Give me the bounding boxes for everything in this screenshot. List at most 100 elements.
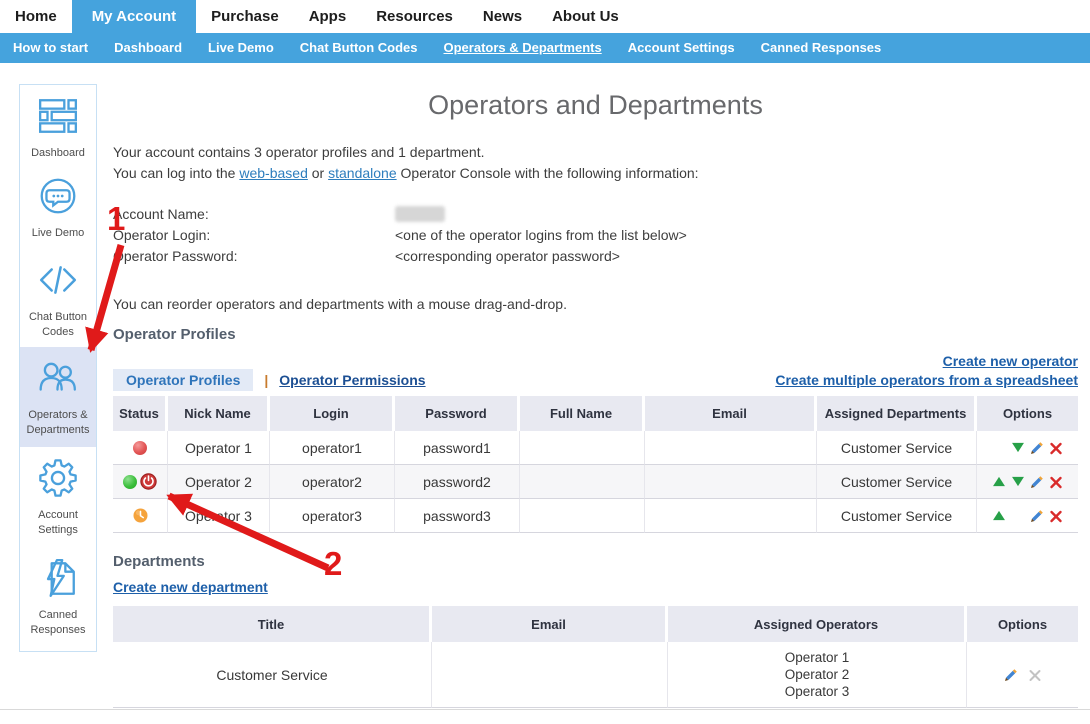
code-tags-icon <box>37 259 79 305</box>
subnav-chat-button-codes[interactable]: Chat Button Codes <box>287 33 431 63</box>
assigned-departments-cell: Customer Service <box>817 431 977 465</box>
login-credentials: Account Name: Operator Login: <one of th… <box>113 203 687 266</box>
operator-tabs: Operator Profiles | Operator Permissions <box>113 369 426 391</box>
intro-line1: Your account contains 3 operator profile… <box>113 142 699 163</box>
subnav-canned-responses[interactable]: Canned Responses <box>748 33 895 63</box>
operator-row-3[interactable]: Operator 3 operator3 password3 Customer … <box>113 499 1078 533</box>
nick-name-cell: Operator 3 <box>168 499 270 533</box>
sidebar-item-live-demo[interactable]: Live Demo <box>20 165 96 249</box>
operators-people-icon <box>37 357 79 403</box>
move-up-icon[interactable] <box>989 474 1008 490</box>
tab-separator: | <box>264 372 268 388</box>
full-name-cell <box>520 431 645 465</box>
sidebar-item-chat-button-codes[interactable]: Chat Button Codes <box>20 249 96 347</box>
col-options: Options <box>967 606 1078 642</box>
nav-news[interactable]: News <box>468 0 537 33</box>
status-cell <box>113 431 168 465</box>
edit-pencil-icon[interactable] <box>1003 667 1019 683</box>
top-navigation: Home My Account Purchase Apps Resources … <box>0 0 1090 33</box>
create-new-department-link[interactable]: Create new department <box>113 579 268 595</box>
edit-pencil-icon[interactable] <box>1027 474 1046 490</box>
create-new-operator-link[interactable]: Create new operator <box>943 352 1078 371</box>
page-title: Operators and Departments <box>113 90 1078 121</box>
nav-home[interactable]: Home <box>0 0 72 33</box>
sidebar-item-dashboard[interactable]: Dashboard <box>20 85 96 165</box>
nav-my-account[interactable]: My Account <box>72 0 196 33</box>
operator-password-label: Operator Password: <box>113 248 395 264</box>
operator-login-label: Operator Login: <box>113 227 395 243</box>
email-cell <box>645 431 817 465</box>
move-up-icon[interactable] <box>989 508 1008 524</box>
delete-x-icon[interactable] <box>1046 440 1065 456</box>
sidebar-item-label: Operators & Departments <box>20 408 96 437</box>
col-password: Password <box>395 396 520 431</box>
create-operator-links: Create new operator Create multiple oper… <box>775 352 1078 390</box>
delete-x-icon[interactable] <box>1046 508 1065 524</box>
sidebar-item-operators-departments[interactable]: Operators & Departments <box>20 347 96 447</box>
password-cell: password1 <box>395 431 520 465</box>
operator-login-value: <one of the operator logins from the lis… <box>395 227 687 243</box>
col-email: Email <box>645 396 817 431</box>
standalone-link[interactable]: standalone <box>328 165 397 181</box>
edit-pencil-icon[interactable] <box>1027 508 1046 524</box>
sidebar-item-label: Live Demo <box>32 226 85 240</box>
department-operators-cell: Operator 1 Operator 2 Operator 3 <box>668 642 967 708</box>
dashboard-bricks-icon <box>37 95 79 141</box>
intro-text: Your account contains 3 operator profile… <box>113 142 699 184</box>
department-row-1[interactable]: Customer Service Operator 1 Operator 2 O… <box>113 642 1078 708</box>
move-down-icon[interactable] <box>1008 474 1027 490</box>
password-cell: password3 <box>395 499 520 533</box>
move-down-icon[interactable] <box>1008 440 1027 456</box>
sidebar-item-account-settings[interactable]: Account Settings <box>20 447 96 547</box>
power-logout-icon[interactable] <box>140 473 157 490</box>
nav-resources[interactable]: Resources <box>361 0 468 33</box>
web-based-link[interactable]: web-based <box>239 165 308 181</box>
reorder-note: You can reorder operators and department… <box>113 296 567 312</box>
tab-operator-profiles[interactable]: Operator Profiles <box>113 369 253 391</box>
create-multiple-operators-link[interactable]: Create multiple operators from a spreads… <box>775 371 1078 390</box>
operators-table-header: Status Nick Name Login Password Full Nam… <box>113 396 1078 431</box>
email-cell <box>645 499 817 533</box>
sub-navigation: How to start Dashboard Live Demo Chat Bu… <box>0 33 1090 63</box>
edit-pencil-icon[interactable] <box>1027 440 1046 456</box>
subnav-dashboard[interactable]: Dashboard <box>101 33 195 63</box>
col-options: Options <box>977 396 1078 431</box>
col-assigned-operators: Assigned Operators <box>668 606 967 642</box>
assigned-departments-cell: Customer Service <box>817 499 977 533</box>
status-cell <box>113 499 168 533</box>
subnav-operators-departments[interactable]: Operators & Departments <box>431 33 615 63</box>
options-cell <box>977 499 1078 533</box>
nav-apps[interactable]: Apps <box>294 0 362 33</box>
sidebar-item-canned-responses[interactable]: Canned Responses <box>20 547 96 651</box>
status-cell <box>113 465 168 499</box>
operators-table: Status Nick Name Login Password Full Nam… <box>113 396 1078 533</box>
col-assigned-departments: Assigned Departments <box>817 396 977 431</box>
assigned-departments-cell: Customer Service <box>817 465 977 499</box>
delete-x-icon[interactable] <box>1046 474 1065 490</box>
subnav-how-to-start[interactable]: How to start <box>0 33 101 63</box>
operator-row-1[interactable]: Operator 1 operator1 password1 Customer … <box>113 431 1078 465</box>
page-bottom-divider <box>0 709 1090 710</box>
sidebar-item-label: Account Settings <box>20 508 96 537</box>
col-login: Login <box>270 396 395 431</box>
status-offline-icon <box>133 441 147 455</box>
email-cell <box>645 465 817 499</box>
login-cell: operator2 <box>270 465 395 499</box>
nav-about-us[interactable]: About Us <box>537 0 634 33</box>
operator-password-value: <corresponding operator password> <box>395 248 620 264</box>
subnav-live-demo[interactable]: Live Demo <box>195 33 287 63</box>
operator-row-2[interactable]: Operator 2 operator2 password2 Customer … <box>113 465 1078 499</box>
subnav-account-settings[interactable]: Account Settings <box>615 33 748 63</box>
nick-name-cell: Operator 1 <box>168 431 270 465</box>
create-department-link-wrap: Create new department <box>113 579 268 595</box>
chat-bubble-icon <box>37 175 79 221</box>
col-email: Email <box>432 606 668 642</box>
main-content: Operators and Departments Your account c… <box>113 84 1078 724</box>
col-title: Title <box>113 606 432 642</box>
tab-operator-permissions[interactable]: Operator Permissions <box>279 372 425 388</box>
full-name-cell <box>520 499 645 533</box>
nav-purchase[interactable]: Purchase <box>196 0 294 33</box>
department-title-cell: Customer Service <box>113 642 432 708</box>
sidebar-item-label: Dashboard <box>31 146 85 160</box>
lightning-page-icon <box>37 557 79 603</box>
